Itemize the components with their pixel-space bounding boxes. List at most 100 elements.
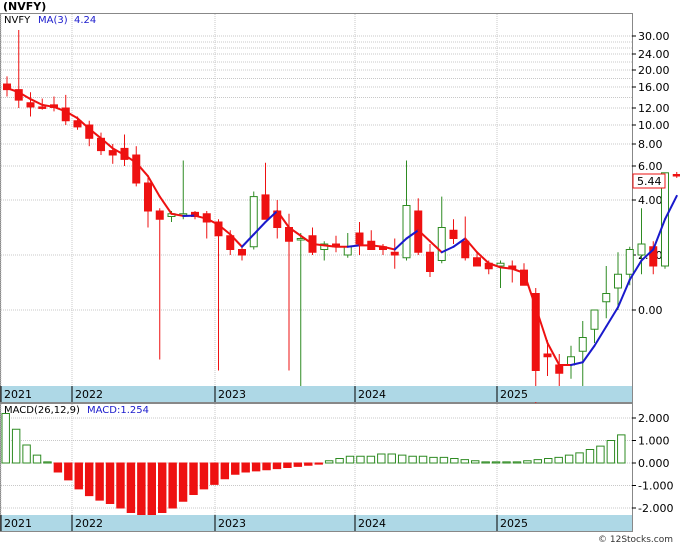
- macd-bar: [544, 458, 553, 464]
- candle-body: [555, 364, 564, 374]
- x-tick-label: 2024: [358, 517, 386, 530]
- candle-body: [261, 194, 270, 220]
- watermark: © 12Stocks.com: [598, 535, 673, 545]
- macd-bar: [502, 461, 511, 464]
- candle-body: [672, 174, 680, 177]
- macd-bar: [210, 462, 219, 485]
- x-tick-label: 2024: [358, 388, 386, 401]
- macd-bar: [231, 462, 240, 475]
- x-tick-label: 2021: [4, 388, 32, 401]
- macd-bar: [366, 455, 376, 464]
- ma-segment: [323, 244, 337, 248]
- candle-body: [249, 196, 258, 248]
- macd-bar: [293, 462, 303, 467]
- macd-bar: [523, 460, 532, 464]
- candle-body: [343, 246, 352, 256]
- candle-body: [238, 249, 246, 256]
- macd-bar: [397, 454, 407, 464]
- x-tick-label: 2022: [75, 388, 103, 401]
- macd-panel: [0, 403, 633, 532]
- macd-bar: [11, 428, 21, 464]
- y-tick-label: 24.00: [638, 48, 670, 61]
- candle-body: [449, 229, 458, 239]
- last-price-label: 5.44: [637, 175, 662, 188]
- macd-bar: [1, 413, 10, 464]
- y-tick-label: 0.000: [638, 457, 670, 470]
- stock-chart: 30.00 24.00 20.00 16.00 12.00 10.00 8.00 6.00 4.…: [0, 0, 680, 545]
- macd-bar: [324, 460, 334, 464]
- macd-bar: [22, 444, 31, 464]
- macd-bar: [471, 460, 480, 464]
- candle-body: [402, 205, 411, 259]
- macd-bar: [596, 445, 605, 464]
- macd-bar: [533, 459, 543, 464]
- candle-body: [614, 273, 622, 289]
- y-tick-label: -1.000: [638, 480, 673, 493]
- x-tick-label: 2025: [500, 517, 528, 530]
- macd-bar: [251, 462, 261, 472]
- candle-body: [426, 251, 434, 272]
- macd-bar: [554, 456, 563, 464]
- y-tick-label: 2.000: [638, 412, 670, 425]
- macd-bar: [564, 454, 574, 464]
- x-tick-label: 2021: [4, 517, 32, 530]
- candle-body: [578, 337, 587, 352]
- legend-ma-value: 4.24: [74, 15, 96, 26]
- candle-body: [590, 309, 599, 330]
- y-tick-label: 8.00: [638, 138, 663, 151]
- macd-bar: [585, 449, 595, 464]
- chart-title: (NVFY): [3, 0, 46, 13]
- candle-body: [602, 293, 611, 303]
- macd-bar: [189, 462, 198, 495]
- macd-bar: [418, 455, 428, 464]
- macd-bar: [84, 462, 94, 497]
- macd-bar: [387, 453, 396, 464]
- macd-bar: [575, 452, 584, 464]
- x-tick-label: 2022: [75, 517, 103, 530]
- candle-body: [543, 353, 552, 358]
- macd-bar: [460, 459, 470, 464]
- candle-body: [437, 227, 446, 261]
- x-tick-label: 2025: [500, 388, 528, 401]
- ma-segment: [499, 266, 514, 270]
- ma-segment: [346, 244, 361, 248]
- candle-body: [637, 243, 646, 256]
- macd-bar: [199, 462, 209, 490]
- legend-ma-label: MA(3): [38, 15, 68, 26]
- y-tick-label: -2.000: [638, 502, 673, 515]
- macd-bar: [64, 462, 73, 481]
- y-tick-label: 30.00: [638, 30, 670, 43]
- macd-bar: [314, 462, 323, 465]
- macd-bar: [345, 455, 355, 464]
- macd-bar: [32, 454, 42, 464]
- macd-bar: [304, 462, 313, 466]
- macd-bar: [617, 434, 626, 464]
- candle-body: [144, 182, 152, 212]
- macd-bar: [241, 462, 250, 473]
- ma-segment: [311, 243, 326, 247]
- candle-body: [625, 249, 634, 275]
- legend-macd-value: MACD:1.254: [87, 405, 149, 416]
- candle-body: [108, 150, 117, 156]
- macd-bar: [220, 462, 230, 480]
- candle-body: [155, 210, 164, 220]
- macd-bar: [429, 456, 438, 464]
- macd-bar: [95, 462, 104, 501]
- y-tick-label: 12.00: [638, 102, 670, 115]
- macd-bar: [178, 462, 188, 502]
- ma-segment: [370, 244, 384, 248]
- legend-macd-label: MACD(26,12,9): [4, 405, 80, 416]
- macd-axis-labels: 2.000 1.000 0.000 -1.000 -2.000: [632, 412, 673, 515]
- y-tick-label: 16.00: [638, 81, 670, 94]
- x-tick-label: 2023: [218, 517, 246, 530]
- macd-bar: [74, 462, 83, 490]
- y-tick-label: 20.00: [638, 64, 670, 77]
- y-tick-label: 1.000: [638, 435, 670, 448]
- macd-bar: [512, 461, 522, 464]
- macd-bar: [168, 462, 177, 509]
- y-tick-label: 10.00: [638, 119, 670, 132]
- candle-body: [132, 154, 141, 184]
- candle-body: [390, 251, 399, 256]
- macd-bar: [43, 461, 52, 464]
- x-tick-label: 2023: [218, 388, 246, 401]
